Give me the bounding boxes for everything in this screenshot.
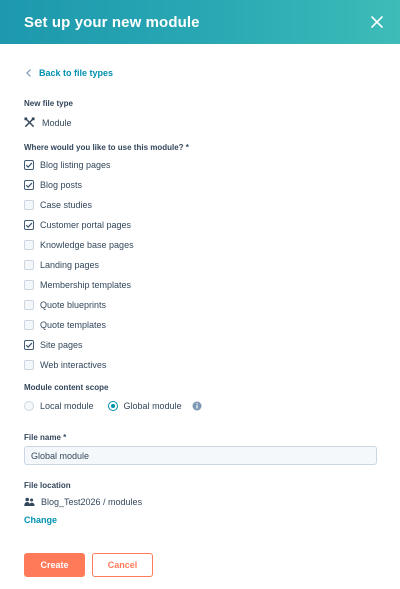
usage-option-label: Landing pages <box>40 260 100 270</box>
scope-option-local[interactable]: Local module <box>24 401 94 411</box>
file-type-value: Module <box>24 117 72 128</box>
checkmark-icon <box>25 342 33 349</box>
usage-option[interactable]: Quote templates <box>24 320 106 330</box>
scope-radio-group: Local module Global module <box>24 401 202 411</box>
module-tools-icon <box>24 117 35 128</box>
usage-option[interactable]: Customer portal pages <box>24 220 131 230</box>
usage-option[interactable]: Membership templates <box>24 280 131 290</box>
file-type-text: Module <box>42 117 72 128</box>
file-location-label: File location <box>24 481 71 490</box>
usage-label: Where would you like to use this module?… <box>24 143 189 152</box>
checkmark-icon <box>25 222 33 229</box>
usage-option[interactable]: Case studies <box>24 200 92 210</box>
back-link-label: Back to file types <box>39 68 114 78</box>
change-location-link[interactable]: Change <box>24 515 57 525</box>
usage-option-label: Web interactives <box>40 360 107 370</box>
back-to-file-types-link[interactable]: Back to file types <box>24 68 113 78</box>
usage-checkbox[interactable] <box>24 200 34 210</box>
local-module-label: Local module <box>40 401 94 411</box>
local-module-radio[interactable] <box>24 401 34 411</box>
usage-option-label: Case studies <box>40 200 93 210</box>
usage-option[interactable]: Web interactives <box>24 360 106 370</box>
usage-option-label: Knowledge base pages <box>40 240 134 250</box>
global-module-label: Global module <box>123 401 182 411</box>
info-icon[interactable] <box>192 401 202 411</box>
usage-option-label: Customer portal pages <box>40 220 132 230</box>
close-icon[interactable] <box>366 11 388 33</box>
usage-checkbox[interactable] <box>24 160 34 170</box>
usage-option[interactable]: Knowledge base pages <box>24 240 134 250</box>
checkmark-icon <box>25 162 33 169</box>
create-button[interactable]: Create <box>24 553 85 577</box>
cancel-button[interactable]: Cancel <box>92 553 153 577</box>
usage-checkbox[interactable] <box>24 260 34 270</box>
modal-title: Set up your new module <box>24 13 200 31</box>
scope-label: Module content scope <box>24 383 109 392</box>
checkmark-icon <box>25 182 33 189</box>
usage-checkbox[interactable] <box>24 280 34 290</box>
file-location-path: Blog_Test2026 / modules <box>41 497 143 507</box>
modal-header: Set up your new module <box>0 0 400 44</box>
file-type-label: New file type <box>24 99 73 108</box>
usage-checkbox[interactable] <box>24 220 34 230</box>
scope-option-global[interactable]: Global module <box>107 401 182 411</box>
usage-checkbox[interactable] <box>24 360 34 370</box>
usage-option-label: Quote blueprints <box>40 300 107 310</box>
usage-checkbox[interactable] <box>24 340 34 350</box>
usage-checkbox[interactable] <box>24 240 34 250</box>
usage-option[interactable]: Landing pages <box>24 260 99 270</box>
usage-checkbox[interactable] <box>24 320 34 330</box>
file-name-label: File name * <box>24 433 67 442</box>
usage-option-label: Membership templates <box>40 280 132 290</box>
global-module-radio[interactable] <box>107 401 118 411</box>
usage-checkbox[interactable] <box>24 180 34 190</box>
usage-option-label: Quote templates <box>40 320 107 330</box>
folder-users-icon <box>24 497 35 506</box>
usage-option-label: Blog posts <box>40 180 83 190</box>
usage-option-label: Site pages <box>40 340 83 350</box>
usage-checkbox[interactable] <box>24 300 34 310</box>
file-location-value: Blog_Test2026 / modules <box>24 497 142 507</box>
usage-option[interactable]: Quote blueprints <box>24 300 106 310</box>
usage-option[interactable]: Blog listing pages <box>24 160 111 170</box>
usage-option[interactable]: Blog posts <box>24 180 82 190</box>
usage-option[interactable]: Site pages <box>24 340 83 350</box>
file-name-input[interactable] <box>24 446 377 465</box>
usage-option-label: Blog listing pages <box>40 160 111 170</box>
chevron-left-icon <box>26 69 31 77</box>
